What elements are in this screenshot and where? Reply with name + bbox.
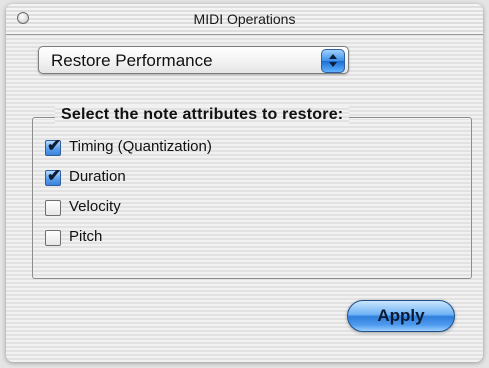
checkmark-icon: ✔ bbox=[47, 136, 62, 155]
popup-selected-value: Restore Performance bbox=[51, 51, 213, 70]
duration-label: Duration bbox=[69, 168, 126, 185]
checkmark-icon: ✔ bbox=[47, 166, 62, 185]
title-bar[interactable]: MIDI Operations bbox=[6, 4, 483, 35]
pitch-checkbox[interactable] bbox=[45, 230, 61, 246]
duration-checkbox[interactable]: ✔ bbox=[45, 166, 61, 186]
midi-operations-window: MIDI Operations Restore Performance Sele… bbox=[6, 4, 483, 362]
apply-button-label: Apply bbox=[377, 306, 425, 325]
apply-button[interactable]: Apply bbox=[347, 300, 455, 332]
note-attributes-group: Select the note attributes to restore: ✔… bbox=[32, 106, 472, 279]
operation-popup-menu[interactable]: Restore Performance bbox=[38, 46, 349, 74]
velocity-checkbox[interactable] bbox=[45, 200, 61, 216]
window-title: MIDI Operations bbox=[193, 11, 296, 27]
popup-arrows-icon bbox=[321, 49, 345, 73]
timing-label: Timing (Quantization) bbox=[69, 138, 212, 155]
velocity-label: Velocity bbox=[69, 198, 121, 215]
timing-checkbox[interactable]: ✔ bbox=[45, 136, 61, 156]
pitch-label: Pitch bbox=[69, 228, 103, 245]
group-title: Select the note attributes to restore: bbox=[55, 106, 350, 124]
